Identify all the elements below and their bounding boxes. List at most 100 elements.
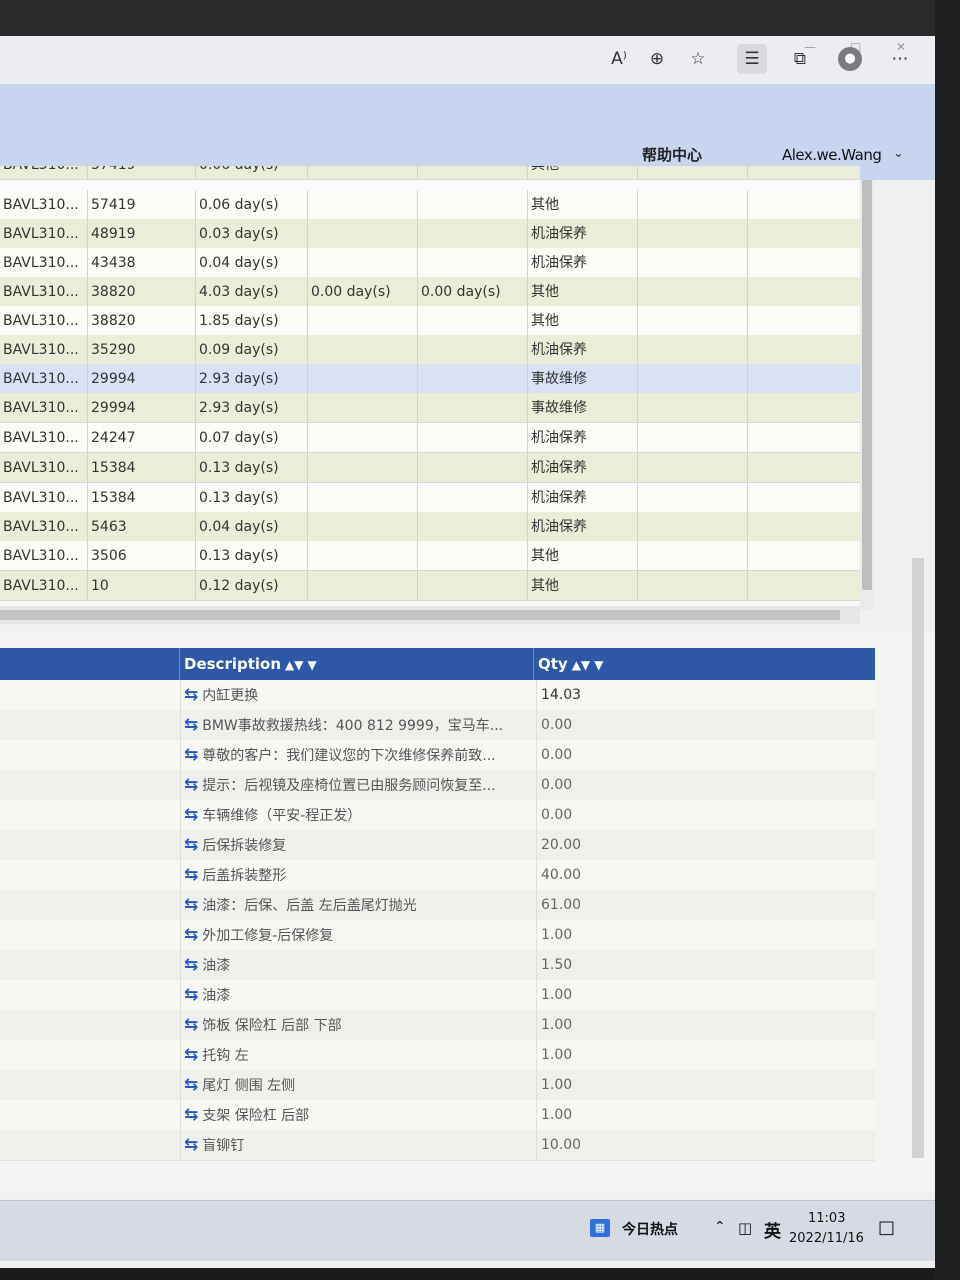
cell-empty (638, 393, 748, 422)
collections-icon[interactable]: ⧉ (785, 44, 815, 74)
table-row[interactable]: ⇆ 尊敬的客户：我们建议您的下次维修保养前致... 0.00 (0, 740, 875, 771)
cell-empty (638, 364, 748, 393)
table-row[interactable]: ⇆ 后盖拆装整形 40.00 (0, 860, 875, 891)
table-row[interactable]: BAVL310... 3506 0.13 day(s) 其他 (0, 541, 860, 571)
clock-time[interactable]: 11:03 (808, 1211, 845, 1226)
table-row[interactable]: ⇆ 油漆：后保、后盖 左后盖尾灯抛光 61.00 (0, 890, 875, 921)
table-row[interactable]: BAVL310... 43438 0.04 day(s) 机油保养 (0, 248, 860, 278)
filter-icon[interactable]: ▼ (594, 658, 603, 672)
header-description-label: Description (184, 655, 282, 673)
favorites-list-icon[interactable]: ☰ (737, 44, 767, 74)
table-row[interactable]: ⇆ 支架 保险杠 后部 1.00 (0, 1100, 875, 1131)
swap-icon[interactable]: ⇆ (184, 685, 198, 705)
table-row[interactable]: BAVL310... 35290 0.09 day(s) 机油保养 (0, 335, 860, 365)
chevron-up-icon[interactable]: ⌃ (714, 1219, 726, 1235)
table-row[interactable]: BAVL310... 10 0.12 day(s) 其他 (0, 571, 860, 601)
swap-icon[interactable]: ⇆ (184, 805, 198, 825)
table-row[interactable]: ⇆ 托钩 左 1.00 (0, 1040, 875, 1071)
top-table-horizontal-scrollbar[interactable] (0, 606, 860, 624)
table-row-selected[interactable]: BAVL310... 29994 2.93 day(s) 事故维修 (0, 364, 860, 394)
help-center-link[interactable]: 帮助中心 (642, 144, 702, 165)
swap-icon[interactable]: ⇆ (184, 955, 198, 975)
table-row[interactable]: BAVL310... 24247 0.07 day(s) 机油保养 (0, 423, 860, 453)
swap-icon[interactable]: ⇆ (184, 985, 198, 1005)
table-row[interactable]: ⇆ 油漆 1.50 (0, 950, 875, 981)
swap-icon[interactable]: ⇆ (184, 865, 198, 885)
row-lead (0, 1130, 181, 1160)
table-row[interactable]: ⇆ 外加工修复-后保修复 1.00 (0, 920, 875, 951)
cell-duration-2 (308, 306, 418, 335)
header-description[interactable]: Description ▲▼ ▼ (180, 648, 534, 680)
swap-icon[interactable]: ⇆ (184, 1015, 198, 1035)
page-vertical-scrollbar[interactable] (912, 558, 924, 1158)
swap-icon[interactable]: ⇆ (184, 925, 198, 945)
table-row[interactable]: ⇆ 后保拆装修复 20.00 (0, 830, 875, 861)
table-row[interactable]: BAVL310... 38820 4.03 day(s) 0.00 day(s)… (0, 277, 860, 307)
monitor-bezel-right (935, 0, 960, 1280)
row-lead (0, 770, 181, 800)
swap-icon[interactable]: ⇆ (184, 835, 198, 855)
description-text: 托钩 左 (202, 1048, 249, 1064)
notification-icon[interactable]: □ (878, 1217, 895, 1238)
news-icon[interactable]: ▦ (590, 1219, 610, 1237)
table-row[interactable]: ⇆ 油漆 1.00 (0, 980, 875, 1011)
favorite-star-icon[interactable]: ☆ (683, 44, 713, 74)
row-lead (0, 1010, 181, 1040)
read-aloud-icon[interactable]: A⁾ (604, 44, 634, 74)
profile-icon[interactable]: ● (838, 47, 862, 71)
cell-qty: 61.00 (536, 890, 741, 920)
swap-icon[interactable]: ⇆ (184, 715, 198, 735)
cell-qty: 20.00 (536, 830, 741, 860)
network-icon[interactable]: ◫ (738, 1219, 752, 1237)
table-row[interactable]: BAVL310... 57419 0.06 day(s) 其他 (0, 166, 860, 180)
chevron-down-icon[interactable]: ⌄ (893, 146, 904, 161)
table-row[interactable]: BAVL310... 57419 0.06 day(s) 其他 (0, 190, 860, 220)
scrollbar-thumb[interactable] (862, 180, 872, 590)
header-qty[interactable]: Qty ▲▼ ▼ (534, 648, 875, 680)
table-row[interactable]: ⇆ BMW事故救援热线：400 812 9999，宝马车... 0.00 (0, 710, 875, 741)
user-menu[interactable]: Alex.we.Wang (782, 146, 882, 164)
cell-empty (638, 423, 748, 452)
cell-mileage: 43438 (88, 248, 196, 277)
cell-duration-3 (418, 541, 528, 570)
zoom-icon[interactable]: ⊕ (642, 44, 672, 74)
table-row[interactable]: BAVL310... 38820 1.85 day(s) 其他 (0, 306, 860, 336)
swap-icon[interactable]: ⇆ (184, 745, 198, 765)
sort-icon[interactable]: ▲▼ (572, 658, 590, 672)
table-row[interactable]: ⇆ 提示：后视镜及座椅位置已由服务顾问恢复至... 0.00 (0, 770, 875, 801)
cell-duration: 0.04 day(s) (196, 248, 308, 277)
cell-description: ⇆ 尾灯 侧围 左侧 (184, 1070, 532, 1100)
table-row[interactable]: ⇆ 饰板 保险杠 后部 下部 1.00 (0, 1010, 875, 1041)
table-row[interactable]: BAVL310... 15384 0.13 day(s) 机油保养 (0, 483, 860, 513)
swap-icon[interactable]: ⇆ (184, 895, 198, 915)
cell-duration-2 (308, 219, 418, 248)
more-icon[interactable]: ⋯ (885, 44, 915, 74)
table-row[interactable]: ⇆ 内缸更换 14.03 (0, 680, 875, 711)
table-row[interactable]: BAVL310... 48919 0.03 day(s) 机油保养 (0, 219, 860, 249)
cell-qty: 1.50 (536, 950, 741, 980)
sort-icon[interactable]: ▲▼ (285, 658, 303, 672)
cell-mileage: 3506 (88, 541, 196, 570)
swap-icon[interactable]: ⇆ (184, 1075, 198, 1095)
scrollbar-thumb[interactable] (0, 610, 840, 620)
table-row[interactable]: ⇆ 车辆维修（平安-程正发） 0.00 (0, 800, 875, 831)
table-row[interactable]: BAVL310... 5463 0.04 day(s) 机油保养 (0, 512, 860, 542)
swap-icon[interactable]: ⇆ (184, 775, 198, 795)
swap-icon[interactable]: ⇆ (184, 1135, 198, 1155)
vehicle-history-table: BAVL310... 57419 0.06 day(s) 其他 BAVL310.… (0, 166, 860, 606)
table-row[interactable]: BAVL310... 29994 2.93 day(s) 事故维修 (0, 393, 860, 423)
news-widget-label[interactable]: 今日热点 (622, 1219, 678, 1239)
header-qty-label: Qty (538, 655, 568, 673)
cell-qty: 1.00 (536, 1100, 741, 1130)
swap-icon[interactable]: ⇆ (184, 1105, 198, 1125)
input-method-indicator[interactable]: 英 (764, 1217, 781, 1242)
filter-icon[interactable]: ▼ (308, 658, 317, 672)
swap-icon[interactable]: ⇆ (184, 1045, 198, 1065)
clock-date[interactable]: 2022/11/16 (789, 1231, 864, 1246)
cell-mileage: 5463 (88, 512, 196, 541)
table-row[interactable]: ⇆ 盲铆钉 10.00 (0, 1130, 875, 1161)
table-row[interactable]: BAVL310... 15384 0.13 day(s) 机油保养 (0, 453, 860, 483)
table-row[interactable]: ⇆ 尾灯 侧围 左侧 1.00 (0, 1070, 875, 1101)
top-table-vertical-scrollbar[interactable] (860, 180, 874, 610)
cell-type: 其他 (528, 571, 638, 600)
